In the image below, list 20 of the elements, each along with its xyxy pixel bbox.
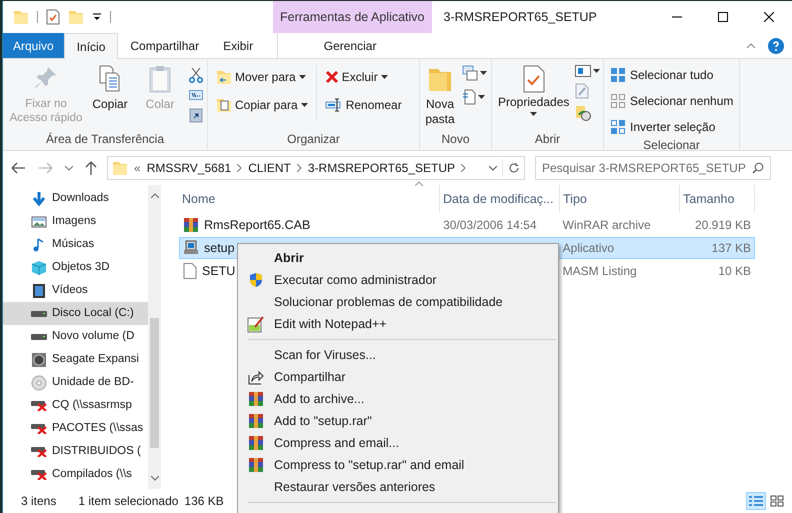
contextual-tab-group-label: Ferramentas de Aplicativo: [273, 1, 432, 33]
table-cell: MASM Listing: [562, 264, 637, 278]
table-cell: 10 KB: [718, 264, 752, 278]
table-cell: 137 KB: [712, 241, 752, 255]
status-text: 136 KB: [184, 493, 224, 510]
table-cell: 20.919 KB: [694, 218, 752, 232]
table-cell: Aplicativo: [562, 241, 614, 255]
status-text: 1 item selecionado: [78, 493, 178, 510]
file-name: RmsReport65.CAB: [204, 216, 310, 234]
ribbon-group-label: Área de Transferência: [44, 131, 166, 148]
ribbon-group-label: Selecionar: [642, 137, 701, 154]
ribbon-group-label: Novo: [440, 131, 470, 148]
table-cell: 30/03/2006 14:54: [443, 218, 536, 232]
ribbon-group-label: Abrir: [534, 131, 562, 148]
table-cell: WinRAR archive: [562, 218, 651, 232]
file-name: setup: [204, 240, 235, 257]
status-text: 3 itens: [21, 493, 56, 510]
ribbon-group-label: Organizar: [286, 131, 341, 148]
window-title: 3-RMSREPORT65_SETUP: [444, 8, 597, 26]
file-name: SETU: [202, 262, 236, 280]
